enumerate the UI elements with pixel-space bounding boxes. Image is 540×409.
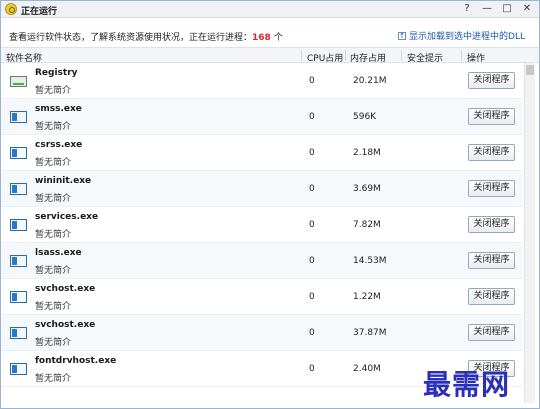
process-row[interactable]: services.exe 暂无简介 0 7.82M 关闭程序 <box>1 207 523 243</box>
process-description: 暂无简介 <box>35 158 72 168</box>
process-description: 暂无简介 <box>35 230 72 240</box>
process-count-unit: 个 <box>273 33 283 43</box>
window-app-icon <box>10 255 27 267</box>
table-header: 软件名称 CPU占用 内存占用 安全提示 操作 <box>1 47 539 64</box>
status-prefix: 查看运行软件状态，了解系统资源使用状况，正在运行进程： <box>9 33 253 43</box>
process-description: 暂无简介 <box>35 266 72 276</box>
process-name: lsass.exe <box>35 248 82 258</box>
window-app-icon <box>10 219 27 231</box>
process-memory: 596K <box>353 112 377 122</box>
process-name: Registry <box>35 68 78 78</box>
process-description: 暂无简介 <box>35 374 72 384</box>
column-divider[interactable] <box>301 50 302 61</box>
process-cpu: 0 <box>309 328 315 338</box>
window-app-icon <box>10 327 27 339</box>
close-program-button[interactable]: 关闭程序 <box>468 180 515 197</box>
process-cpu: 0 <box>309 256 315 266</box>
drive-icon <box>10 76 27 87</box>
process-memory: 14.53M <box>353 256 387 266</box>
process-memory: 2.18M <box>353 148 381 158</box>
process-name: services.exe <box>35 212 99 222</box>
vertical-scrollbar[interactable] <box>524 63 535 403</box>
close-program-button[interactable]: 关闭程序 <box>468 72 515 89</box>
running-processes-window: 正在运行 ? — □ ✕ 查看运行软件状态，了解系统资源使用状况，正在运行进程：… <box>0 0 540 409</box>
maximize-icon[interactable]: □ <box>499 2 515 16</box>
process-memory: 2.40M <box>353 364 381 374</box>
process-row[interactable]: svchost.exe 暂无简介 0 37.87M 关闭程序 <box>1 315 523 351</box>
process-memory: 1.22M <box>353 292 381 302</box>
close-program-button[interactable]: 关闭程序 <box>468 216 515 233</box>
process-name: csrss.exe <box>35 140 83 150</box>
column-divider[interactable] <box>401 50 402 61</box>
process-name: fontdrvhost.exe <box>35 356 117 366</box>
process-cpu: 0 <box>309 76 315 86</box>
process-name: svchost.exe <box>35 320 96 330</box>
window-app-icon <box>10 147 27 159</box>
process-row[interactable]: smss.exe 暂无简介 0 596K 关闭程序 <box>1 99 523 135</box>
column-divider[interactable] <box>345 50 346 61</box>
window-app-icon <box>10 291 27 303</box>
window-controls: ? — □ ✕ <box>459 2 535 16</box>
process-row[interactable]: Registry 暂无简介 0 20.21M 关闭程序 <box>1 63 523 99</box>
process-row[interactable]: wininit.exe 暂无简介 0 3.69M 关闭程序 <box>1 171 523 207</box>
process-cpu: 0 <box>309 184 315 194</box>
process-description: 暂无简介 <box>35 86 72 96</box>
title-bar[interactable]: 正在运行 ? — □ ✕ <box>1 1 539 18</box>
close-icon[interactable]: ✕ <box>519 2 535 16</box>
app-logo-icon <box>5 3 17 15</box>
close-program-button[interactable]: 关闭程序 <box>468 288 515 305</box>
watermark-logo: 最需网 <box>423 368 511 401</box>
close-program-button[interactable]: 关闭程序 <box>468 108 515 125</box>
process-count: 168 <box>252 33 271 43</box>
process-name: wininit.exe <box>35 176 92 186</box>
close-program-button[interactable]: 关闭程序 <box>468 144 515 161</box>
minimize-icon[interactable]: — <box>479 2 495 16</box>
process-list: Registry 暂无简介 0 20.21M 关闭程序 smss.exe 暂无简… <box>1 63 523 389</box>
column-divider[interactable] <box>461 50 462 61</box>
window-app-icon <box>10 363 27 375</box>
process-row[interactable]: csrss.exe 暂无简介 0 2.18M 关闭程序 <box>1 135 523 171</box>
process-memory: 20.21M <box>353 76 387 86</box>
process-description: 暂无简介 <box>35 338 72 348</box>
dll-toggle-label[interactable]: 显示加载到选中进程中的DLL <box>409 29 525 42</box>
process-name: svchost.exe <box>35 284 96 294</box>
process-name: smss.exe <box>35 104 82 114</box>
process-cpu: 0 <box>309 112 315 122</box>
process-memory: 7.82M <box>353 220 381 230</box>
status-bar: 查看运行软件状态，了解系统资源使用状况，正在运行进程：168 个 ↑ 显示加载到选… <box>1 25 539 45</box>
scrollbar-thumb[interactable] <box>526 65 534 75</box>
window-app-icon <box>10 183 27 195</box>
process-row[interactable]: svchost.exe 暂无简介 0 1.22M 关闭程序 <box>1 279 523 315</box>
dll-toggle-icon[interactable]: ↑ <box>398 31 407 40</box>
window-title: 正在运行 <box>21 7 58 17</box>
help-icon[interactable]: ? <box>459 2 475 16</box>
process-description: 暂无简介 <box>35 122 72 132</box>
process-memory: 37.87M <box>353 328 387 338</box>
process-status-text: 查看运行软件状态，了解系统资源使用状况，正在运行进程：168 个 <box>9 30 283 43</box>
process-row[interactable]: lsass.exe 暂无简介 0 14.53M 关闭程序 <box>1 243 523 279</box>
process-cpu: 0 <box>309 148 315 158</box>
process-cpu: 0 <box>309 364 315 374</box>
process-memory: 3.69M <box>353 184 381 194</box>
window-app-icon <box>10 111 27 123</box>
process-cpu: 0 <box>309 292 315 302</box>
process-description: 暂无简介 <box>35 194 72 204</box>
process-cpu: 0 <box>309 220 315 230</box>
close-program-button[interactable]: 关闭程序 <box>468 324 515 341</box>
show-dll-toggle[interactable]: ↑ 显示加载到选中进程中的DLL <box>398 29 525 42</box>
close-program-button[interactable]: 关闭程序 <box>468 252 515 269</box>
process-description: 暂无简介 <box>35 302 72 312</box>
